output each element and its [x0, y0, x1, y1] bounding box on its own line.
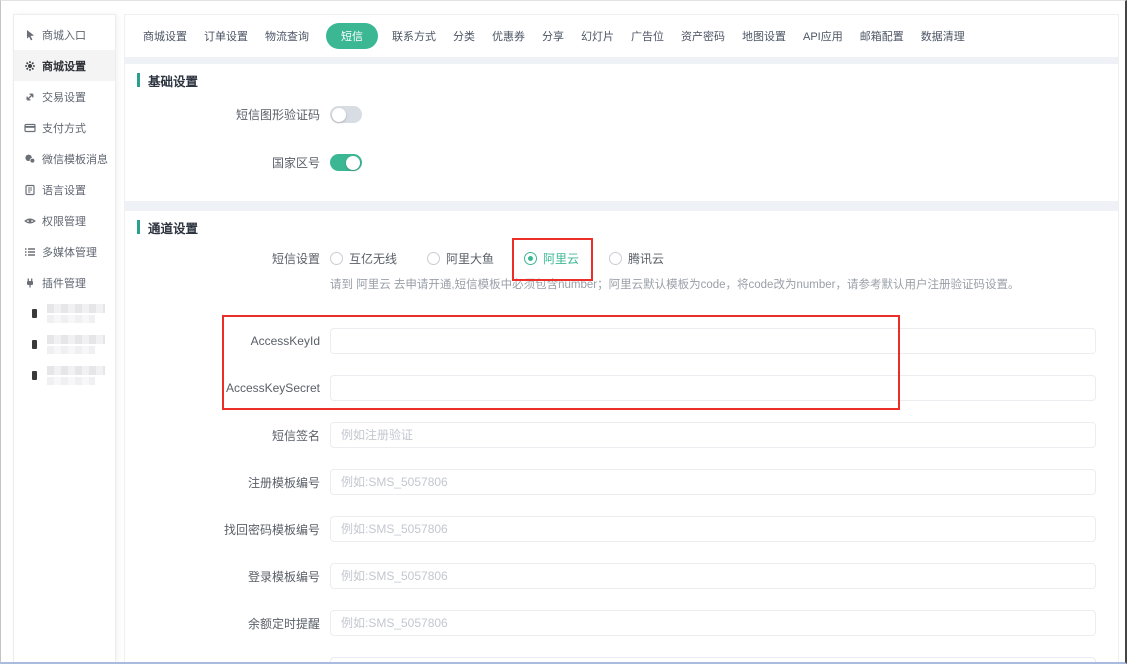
sms-captcha-label: 短信图形验证码	[137, 106, 320, 123]
tab-data-cleanup[interactable]: 数据清理	[921, 28, 965, 44]
language-icon	[23, 183, 36, 196]
sidebar-item-plugin-management[interactable]: 插件管理	[14, 267, 115, 298]
country-code-label: 国家区号	[137, 154, 320, 171]
basic-settings-section: 基础设置 短信图形验证码 国家区号	[125, 64, 1118, 201]
country-code-toggle[interactable]	[330, 154, 362, 171]
sidebar-item-redacted-1[interactable]	[14, 298, 115, 329]
section-title-channel: 通道设置	[148, 218, 198, 237]
sms-config-form: AccessKeyId AccessKeySecret 短信签名 注册模板编号 …	[137, 328, 1118, 664]
recover-password-template-label: 找回密码模板编号	[137, 521, 320, 538]
tab-slideshow[interactable]: 幻灯片	[581, 28, 614, 44]
admin-window: 商城入口 商城设置 交易设置 支付方式 微信模板消息	[0, 0, 1127, 664]
sidebar-item-label: 支付方式	[42, 120, 86, 136]
media-list-icon	[23, 245, 36, 258]
redacted-icon	[32, 309, 37, 318]
sms-captcha-toggle[interactable]	[330, 106, 362, 123]
redacted-label	[47, 304, 105, 323]
channel-settings-section: 通道设置 短信设置 互亿无线 阿里大鱼 阿	[125, 211, 1118, 664]
sms-provider-radio-group: 互亿无线 阿里大鱼 阿里云 腾讯	[330, 250, 664, 267]
gear-icon	[23, 59, 36, 72]
sidebar-item-mall-settings[interactable]: 商城设置	[14, 50, 115, 81]
toggle-knob	[346, 156, 360, 170]
sidebar-item-wechat-template-messages[interactable]: 微信模板消息	[14, 143, 115, 174]
tab-ad-slot[interactable]: 广告位	[631, 28, 664, 44]
sidebar-item-trade-settings[interactable]: 交易设置	[14, 81, 115, 112]
section-title-basic: 基础设置	[148, 71, 198, 90]
tab-order-settings[interactable]: 订单设置	[204, 28, 248, 44]
register-template-input[interactable]	[330, 469, 1096, 495]
sidebar-item-label: 商城设置	[42, 58, 86, 74]
sms-signature-label: 短信签名	[137, 427, 320, 444]
redacted-icon	[32, 371, 37, 380]
tab-asset-password[interactable]: 资产密码	[681, 28, 725, 44]
sidebar-item-label: 权限管理	[42, 213, 86, 229]
tab-map-settings[interactable]: 地图设置	[742, 28, 786, 44]
sidebar-item-multimedia-management[interactable]: 多媒体管理	[14, 236, 115, 267]
tab-api-app[interactable]: API应用	[803, 28, 843, 44]
main-panel: 商城设置 订单设置 物流查询 短信 联系方式 分类 优惠券 分享 幻灯片 广告位…	[124, 14, 1119, 662]
tab-share[interactable]: 分享	[542, 28, 564, 44]
radio-circle-icon	[524, 252, 537, 265]
radio-tencent-cloud[interactable]: 腾讯云	[609, 250, 664, 267]
tab-category[interactable]: 分类	[453, 28, 475, 44]
sidebar-item-payment-methods[interactable]: 支付方式	[14, 112, 115, 143]
tab-email-config[interactable]: 邮箱配置	[860, 28, 904, 44]
radio-ali-dayu[interactable]: 阿里大鱼	[427, 250, 494, 267]
transaction-icon	[23, 90, 36, 103]
accesskeyid-input[interactable]	[330, 328, 1096, 354]
accesskeysecret-label: AccessKeySecret	[137, 381, 320, 395]
sms-signature-input[interactable]	[330, 422, 1096, 448]
tab-coupon[interactable]: 优惠券	[492, 28, 525, 44]
redacted-icon	[32, 340, 37, 349]
radio-huyi-wireless[interactable]: 互亿无线	[330, 250, 397, 267]
aliyun-helper-text: 请到 阿里云 去申请开通,短信模板中必须包含number；阿里云默认模板为cod…	[330, 276, 1118, 292]
sidebar-item-label: 多媒体管理	[42, 244, 97, 260]
login-template-label: 登录模板编号	[137, 568, 320, 585]
radio-circle-icon	[330, 252, 343, 265]
login-template-input[interactable]	[330, 563, 1096, 589]
tab-logistics-query[interactable]: 物流查询	[265, 28, 309, 44]
radio-circle-icon	[427, 252, 440, 265]
sms-provider-label: 短信设置	[137, 250, 320, 267]
section-accent-bar	[137, 73, 140, 87]
radio-aliyun[interactable]: 阿里云	[524, 250, 579, 267]
credit-card-icon	[23, 121, 36, 134]
sidebar-item-label: 商城入口	[42, 27, 86, 43]
sidebar-item-label: 交易设置	[42, 89, 86, 105]
permission-eye-icon	[23, 214, 36, 227]
section-divider	[125, 201, 1118, 211]
accesskeyid-label: AccessKeyId	[137, 334, 320, 348]
plugin-icon	[23, 276, 36, 289]
redacted-label	[47, 366, 105, 385]
tab-mall-settings[interactable]: 商城设置	[143, 28, 187, 44]
tab-sms[interactable]: 短信	[326, 23, 378, 49]
sidebar-item-permission-management[interactable]: 权限管理	[14, 205, 115, 236]
pointer-icon	[23, 28, 36, 41]
accesskeysecret-input[interactable]	[330, 375, 1096, 401]
tab-contact-method[interactable]: 联系方式	[392, 28, 436, 44]
settings-tabbar: 商城设置 订单设置 物流查询 短信 联系方式 分类 优惠券 分享 幻灯片 广告位…	[125, 15, 1118, 57]
sidebar-item-label: 插件管理	[42, 275, 86, 291]
sidebar-item-redacted-2[interactable]	[14, 329, 115, 360]
sidebar-item-mall-entrance[interactable]: 商城入口	[14, 19, 115, 50]
balance-reminder-input[interactable]	[330, 610, 1096, 636]
wechat-icon	[23, 152, 36, 165]
sidebar-item-language-settings[interactable]: 语言设置	[14, 174, 115, 205]
toggle-knob	[332, 108, 346, 122]
section-accent-bar	[137, 220, 140, 234]
sidebar-item-label: 微信模板消息	[42, 151, 108, 167]
recover-password-template-input[interactable]	[330, 516, 1096, 542]
balance-reminder-label: 余额定时提醒	[137, 615, 320, 632]
redacted-label	[47, 335, 105, 354]
sidebar-item-label: 语言设置	[42, 182, 86, 198]
clipped-field-input[interactable]	[330, 657, 1096, 664]
sidebar: 商城入口 商城设置 交易设置 支付方式 微信模板消息	[13, 14, 116, 662]
register-template-label: 注册模板编号	[137, 474, 320, 491]
sidebar-item-redacted-3[interactable]	[14, 360, 115, 391]
radio-circle-icon	[609, 252, 622, 265]
section-divider	[125, 57, 1118, 64]
